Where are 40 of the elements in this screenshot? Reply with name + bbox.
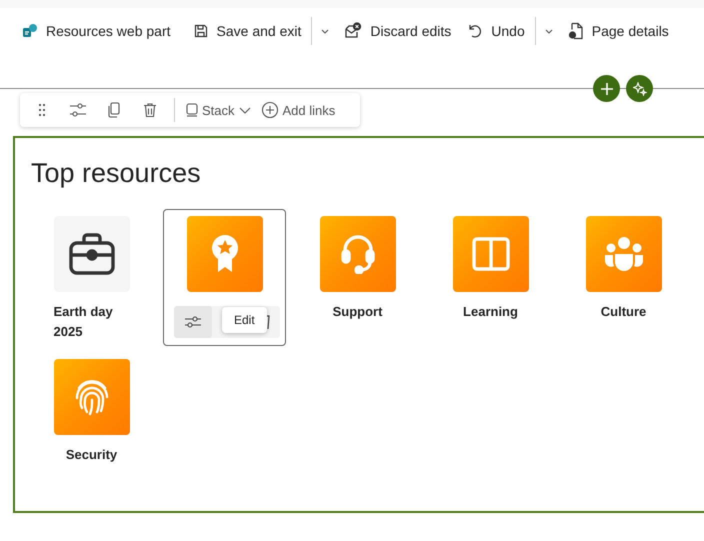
page-details-button[interactable]: Page details: [560, 22, 677, 40]
link-label: Support: [332, 303, 384, 321]
resource-link[interactable]: Learning: [429, 209, 552, 346]
resource-link[interactable]: Security: [30, 352, 153, 489]
headset-icon: [340, 234, 374, 274]
section-title: Top resources: [31, 158, 202, 189]
award-ribbon-icon: [210, 234, 240, 274]
undo-icon: [467, 23, 484, 39]
resource-link[interactable]: Culture: [562, 209, 685, 346]
square-icon: [186, 103, 198, 117]
add-section-button[interactable]: [593, 75, 620, 102]
book-icon: [472, 237, 510, 271]
link-label: Earth day 2025: [54, 303, 114, 341]
resource-link[interactable]: Edit: [163, 209, 286, 346]
link-label: Culture: [600, 303, 648, 321]
briefcase-icon: [68, 233, 114, 275]
site-title: Resources web part: [22, 23, 185, 39]
resource-link[interactable]: Earth day 2025: [30, 209, 153, 346]
app-logo-icon: [22, 23, 38, 39]
chevron-down-icon: [238, 105, 251, 115]
edit-tooltip: Edit: [222, 307, 267, 333]
layout-dropdown[interactable]: Stack: [181, 102, 256, 118]
sparkle-button[interactable]: [626, 75, 653, 102]
plus-circle-icon: [260, 101, 279, 119]
resource-link[interactable]: Support: [296, 209, 419, 346]
plus-icon: [600, 82, 614, 96]
document-icon: [568, 22, 584, 40]
sparkle-icon: [632, 82, 646, 96]
save-and-exit-button[interactable]: Save and exit: [184, 23, 310, 39]
link-label: Security: [64, 446, 118, 464]
add-links-button[interactable]: Add links: [256, 101, 340, 119]
link-label: Learning: [462, 303, 519, 321]
undo-button[interactable]: Undo: [459, 23, 533, 39]
people-group-icon: [604, 236, 644, 272]
edit-item-button[interactable]: [174, 306, 212, 338]
envelope-close-icon: [344, 22, 362, 40]
sliders-icon: [184, 315, 202, 329]
discard-edits-button[interactable]: Discard edits: [336, 22, 460, 40]
fingerprint-icon: [74, 378, 110, 416]
save-icon: [192, 23, 209, 39]
